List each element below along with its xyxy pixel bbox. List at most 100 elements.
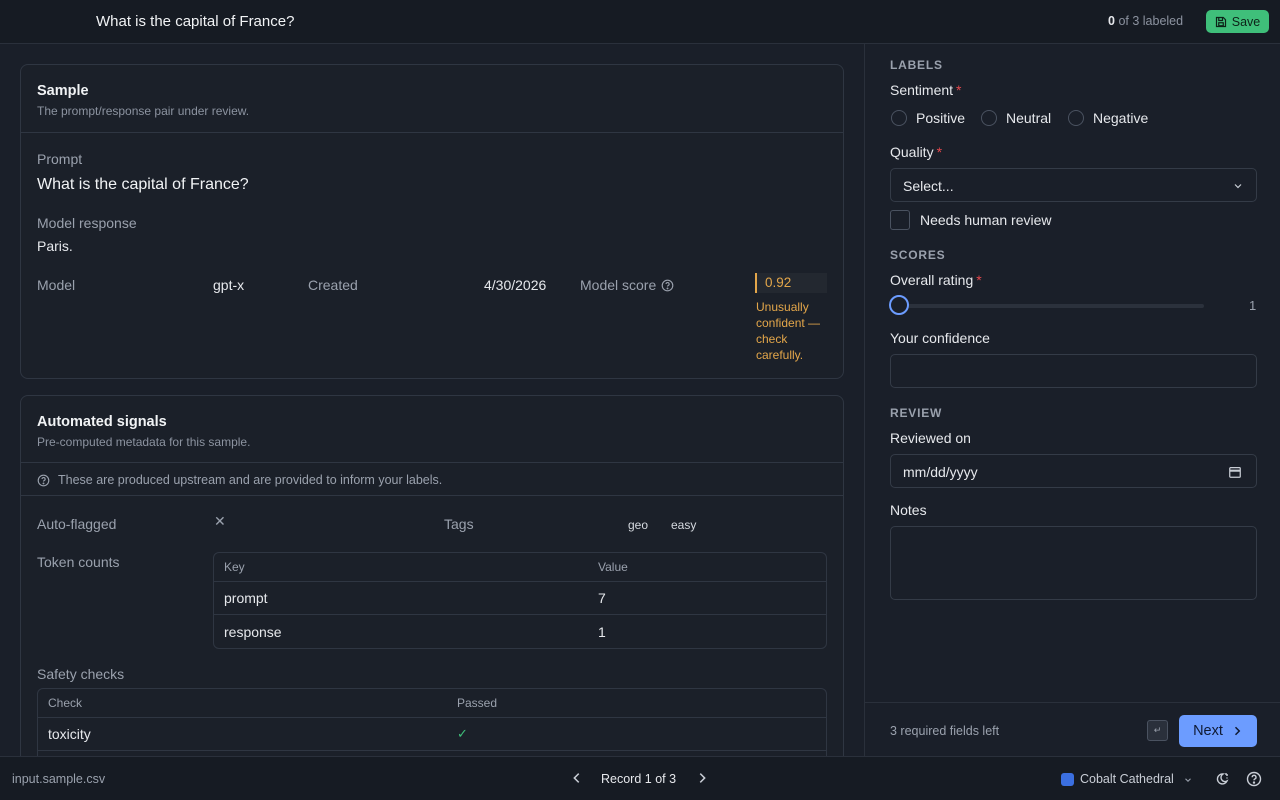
table-row: response 1	[214, 615, 826, 648]
record-indicator: Record 1 of 3	[601, 772, 677, 786]
help-icon[interactable]	[1246, 771, 1262, 787]
prompt-label: Prompt	[37, 151, 83, 167]
theme-swatch[interactable]	[1061, 773, 1074, 786]
check-passed-icon: ✓	[457, 726, 468, 741]
signals-info: These are produced upstream and are prov…	[21, 462, 843, 496]
chevron-right-icon	[1234, 726, 1241, 736]
overall-rating-label-text: Overall rating	[890, 272, 974, 288]
save-label: Save	[1231, 14, 1261, 29]
reviewed-on-date-input[interactable]: mm/dd/yyyy	[890, 454, 1257, 488]
token-value: 7	[598, 590, 606, 606]
notes-label: Notes	[890, 502, 927, 518]
sentiment-option-positive[interactable]: Positive	[916, 110, 965, 126]
review-section-heading: REVIEW	[890, 406, 943, 420]
created-label: Created	[308, 277, 358, 293]
next-record-icon[interactable]	[695, 771, 709, 785]
signals-card: Automated signals Pre-computed metadata …	[20, 395, 844, 756]
sentiment-radio-positive[interactable]	[891, 110, 907, 126]
required-marker: *	[956, 82, 962, 98]
model-score-label: Model score	[580, 277, 674, 293]
quality-select[interactable]: Select...	[890, 168, 1257, 202]
page-title: What is the capital of France?	[96, 13, 295, 30]
score-warning: Unusually confident — check carefully.	[756, 300, 821, 362]
quality-label: Quality *	[890, 144, 942, 160]
safety-checks-table: Check Passed toxicity ✓	[37, 688, 827, 756]
file-name: input.sample.csv	[12, 772, 106, 786]
help-icon[interactable]	[661, 279, 674, 292]
main-content: Sample The prompt/response pair under re…	[0, 44, 864, 756]
tag-chip: easy	[671, 518, 697, 532]
signals-info-text: These are produced upstream and are prov…	[58, 473, 443, 487]
sentiment-radio-negative[interactable]	[1068, 110, 1084, 126]
bottom-bar: input.sample.csv Record 1 of 3 Cobalt Ca…	[0, 756, 1280, 800]
quality-select-value: Select...	[903, 178, 954, 194]
sentiment-option-negative[interactable]: Negative	[1093, 110, 1148, 126]
theme-name: Cobalt Cathedral	[1080, 772, 1174, 786]
reviewed-on-label: Reviewed on	[890, 430, 971, 446]
confidence-input[interactable]	[890, 354, 1257, 388]
column-header-passed: Passed	[457, 696, 498, 710]
sentiment-label-text: Sentiment	[890, 82, 954, 98]
labeled-count: 0	[1108, 14, 1115, 28]
created-value: 4/30/2026	[484, 277, 547, 293]
overall-rating-slider-thumb[interactable]	[889, 295, 909, 315]
chevron-down-icon	[1234, 184, 1242, 189]
required-marker: *	[976, 272, 982, 288]
next-button[interactable]: Next	[1179, 715, 1257, 747]
response-label: Model response	[37, 215, 137, 231]
info-icon	[37, 474, 50, 487]
theme-toggle-icon[interactable]	[1214, 771, 1230, 787]
token-counts-label: Token counts	[37, 554, 120, 570]
signals-card-header: Automated signals Pre-computed metadata …	[37, 414, 250, 449]
response-value: Paris.	[37, 238, 73, 254]
next-label: Next	[1193, 723, 1223, 739]
sample-card-header: Sample The prompt/response pair under re…	[21, 65, 843, 133]
model-value: gpt-x	[213, 277, 245, 293]
column-header-key: Key	[224, 560, 245, 574]
top-bar: What is the capital of France? 0 of 3 la…	[0, 0, 1280, 44]
auto-flagged-value: ✕	[214, 513, 226, 529]
overall-rating-label: Overall rating *	[890, 272, 982, 288]
signals-subtitle: Pre-computed metadata for this sample.	[37, 435, 251, 449]
save-icon	[1215, 16, 1226, 27]
labeled-progress: 0 of 3 labeled	[1108, 14, 1183, 28]
date-placeholder: mm/dd/yyyy	[903, 464, 978, 480]
auto-flagged-label: Auto-flagged	[37, 516, 117, 532]
tags-label: Tags	[444, 516, 474, 532]
sample-subtitle: The prompt/response pair under review.	[37, 104, 250, 118]
required-marker: *	[936, 144, 943, 160]
overall-rating-slider-track[interactable]	[899, 304, 1204, 308]
chevron-down-icon	[1185, 778, 1192, 782]
token-key: prompt	[224, 590, 268, 606]
required-fields-left: 3 required fields left	[890, 724, 1000, 738]
enter-key-hint: ↵	[1147, 720, 1168, 741]
overall-rating-value: 1	[1249, 298, 1257, 313]
confidence-label: Your confidence	[890, 330, 990, 346]
form-footer: 3 required fields left ↵ Next	[865, 702, 1280, 756]
calendar-icon[interactable]	[1228, 465, 1242, 479]
sample-card: Sample The prompt/response pair under re…	[20, 64, 844, 379]
needs-review-label[interactable]: Needs human review	[920, 212, 1052, 228]
scores-section-heading: SCORES	[890, 248, 946, 262]
previous-record-icon[interactable]	[570, 771, 584, 785]
notes-textarea[interactable]	[890, 526, 1257, 600]
sentiment-radio-neutral[interactable]	[981, 110, 997, 126]
sentiment-option-neutral[interactable]: Neutral	[1006, 110, 1051, 126]
needs-review-checkbox[interactable]	[890, 210, 910, 230]
quality-label-text: Quality	[890, 144, 934, 160]
token-key: response	[224, 623, 282, 640]
sample-title: Sample	[37, 83, 89, 99]
signals-title: Automated signals	[37, 414, 167, 430]
save-button[interactable]: Save	[1206, 10, 1269, 33]
prompt-value: What is the capital of France?	[37, 176, 249, 193]
check-name: toxicity	[48, 726, 91, 742]
labeled-total-text: of 3 labeled	[1118, 14, 1184, 28]
model-score-label-text: Model score	[580, 277, 657, 293]
theme-selector[interactable]: Cobalt Cathedral	[1080, 772, 1193, 786]
safety-checks-label: Safety checks	[37, 666, 125, 682]
model-score-value: 0.92	[755, 273, 827, 293]
table-row: prompt 7	[214, 582, 826, 615]
tag-chip: geo	[628, 518, 649, 532]
table-header: Key Value	[214, 553, 826, 582]
column-header-check: Check	[48, 696, 83, 710]
